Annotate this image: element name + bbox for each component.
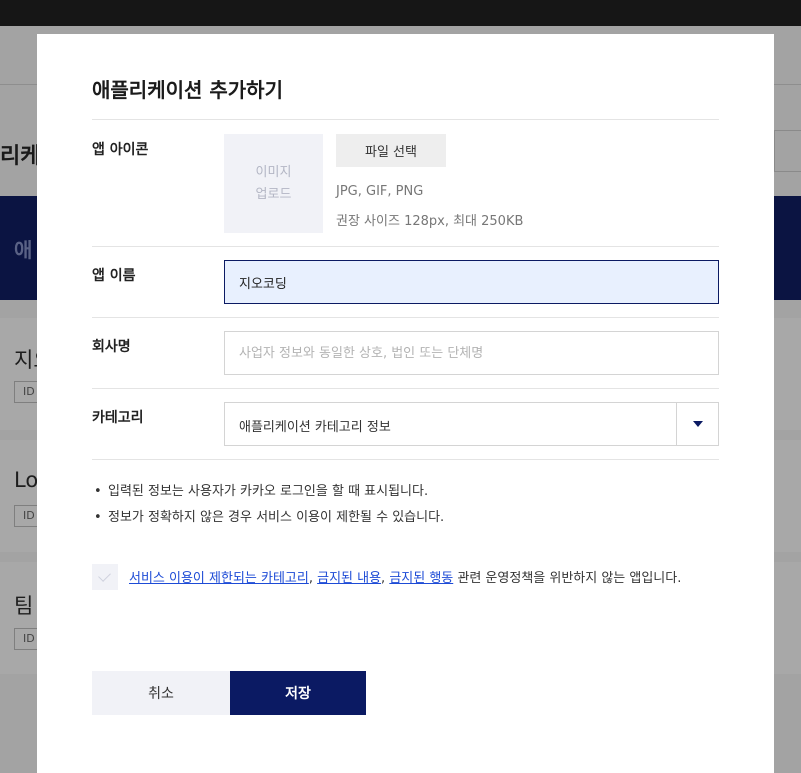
- upload-line2: 업로드: [255, 187, 292, 202]
- cancel-button[interactable]: 취소: [92, 671, 230, 715]
- background-app-name: Lo: [14, 468, 39, 492]
- notice-item: • 정보가 정확하지 않은 경우 서비스 이용이 제한될 수 있습니다.: [94, 506, 444, 525]
- divider: [92, 388, 719, 389]
- notice-text: 입력된 정보는 사용자가 카카오 로그인을 할 때 표시됩니다.: [108, 484, 429, 499]
- modal-title: 애플리케이션 추가하기: [92, 78, 283, 102]
- app-name-input[interactable]: [224, 260, 719, 304]
- background-banner-text: 애: [14, 238, 33, 262]
- background-id-badge: ID: [14, 628, 38, 650]
- category-label: 카테고리: [92, 410, 144, 426]
- divider: [92, 459, 719, 460]
- image-upload-box[interactable]: 이미지 업로드: [224, 134, 323, 233]
- app-name-label: 앱 이름: [92, 268, 136, 284]
- caret-down-icon[interactable]: [677, 403, 718, 445]
- background-search-box: [774, 130, 801, 172]
- top-bar: [0, 0, 801, 26]
- file-select-button[interactable]: 파일 선택: [336, 134, 446, 167]
- background-app-name: 팀: [14, 594, 34, 618]
- add-application-modal: 애플리케이션 추가하기 앱 아이콘 이미지 업로드 파일 선택 JPG, GIF…: [37, 34, 774, 773]
- restricted-category-link[interactable]: 서비스 이용이 제한되는 카테고리: [129, 571, 309, 586]
- file-size-hint: 권장 사이즈 128px, 최대 250KB: [336, 214, 524, 229]
- policy-agree-text: 서비스 이용이 제한되는 카테고리, 금지된 내용, 금지된 행동 관련 운영정…: [129, 566, 719, 592]
- policy-suffix-text: 관련 운영정책을 위반하지 않는 앱입니다.: [453, 571, 682, 586]
- background-id-badge: ID: [14, 381, 38, 403]
- app-icon-label: 앱 아이콘: [92, 142, 149, 158]
- notice-text: 정보가 정확하지 않은 경우 서비스 이용이 제한될 수 있습니다.: [108, 510, 445, 525]
- policy-agree-checkbox[interactable]: [92, 564, 118, 590]
- category-selected-value: 애플리케이션 카테고리 정보: [239, 420, 391, 435]
- divider: [92, 119, 719, 120]
- bullet-icon: •: [94, 510, 102, 525]
- prohibited-content-link[interactable]: 금지된 내용: [317, 571, 381, 586]
- notice-item: • 입력된 정보는 사용자가 카카오 로그인을 할 때 표시됩니다.: [94, 480, 428, 499]
- prohibited-behavior-link[interactable]: 금지된 행동: [389, 571, 453, 586]
- divider: [92, 317, 719, 318]
- company-name-label: 회사명: [92, 339, 131, 355]
- divider: [92, 246, 719, 247]
- bullet-icon: •: [94, 484, 102, 499]
- upload-line1: 이미지: [255, 165, 292, 180]
- file-format-hint: JPG, GIF, PNG: [336, 184, 424, 199]
- company-name-input[interactable]: [224, 331, 719, 375]
- separator-text: ,: [308, 571, 318, 586]
- background-id-badge: ID: [14, 505, 38, 527]
- save-button[interactable]: 저장: [230, 671, 366, 715]
- category-select[interactable]: 애플리케이션 카테고리 정보: [224, 402, 719, 446]
